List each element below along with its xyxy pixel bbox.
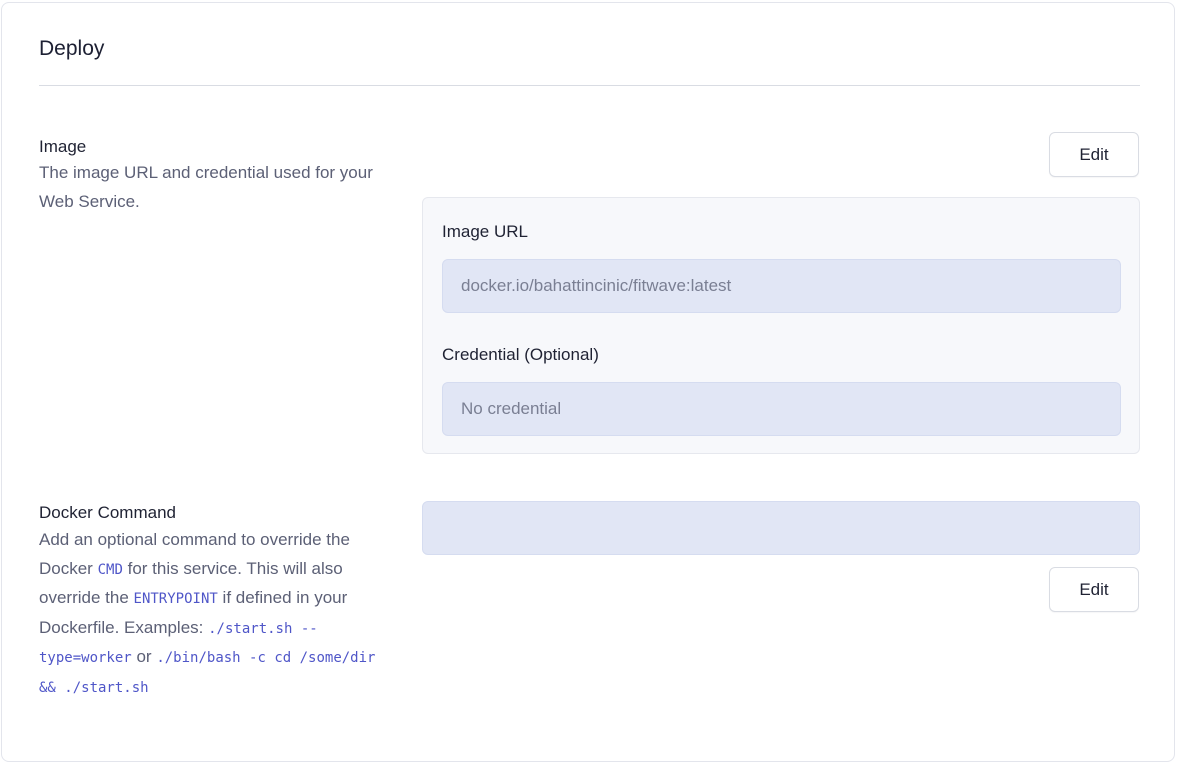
deploy-card: Deploy Image The image URL and credentia…	[1, 2, 1175, 762]
image-url-label: Image URL	[442, 222, 528, 241]
docker-command-description: Add an optional command to override the …	[39, 526, 384, 702]
image-edit-button[interactable]: Edit	[1049, 132, 1139, 177]
image-settings-panel: Image URL docker.io/bahattincinic/fitwav…	[422, 197, 1140, 454]
docker-command-input[interactable]	[422, 501, 1140, 555]
image-url-value: docker.io/bahattincinic/fitwave:latest	[461, 276, 732, 295]
docker-command-text-4: or	[136, 647, 152, 666]
code-cmd: CMD	[97, 561, 123, 578]
credential-label: Credential (Optional)	[442, 345, 599, 364]
image-section-title: Image	[39, 137, 87, 156]
code-entrypoint: ENTRYPOINT	[133, 591, 218, 607]
docker-command-section-title: Docker Command	[39, 503, 176, 522]
credential-field[interactable]: No credential	[442, 382, 1121, 436]
divider	[39, 85, 1140, 86]
image-url-field[interactable]: docker.io/bahattincinic/fitwave:latest	[442, 259, 1121, 313]
page-title: Deploy	[39, 37, 105, 60]
image-section-description: The image URL and credential used for yo…	[39, 163, 373, 211]
credential-value: No credential	[461, 399, 562, 418]
docker-command-edit-button[interactable]: Edit	[1049, 567, 1139, 612]
